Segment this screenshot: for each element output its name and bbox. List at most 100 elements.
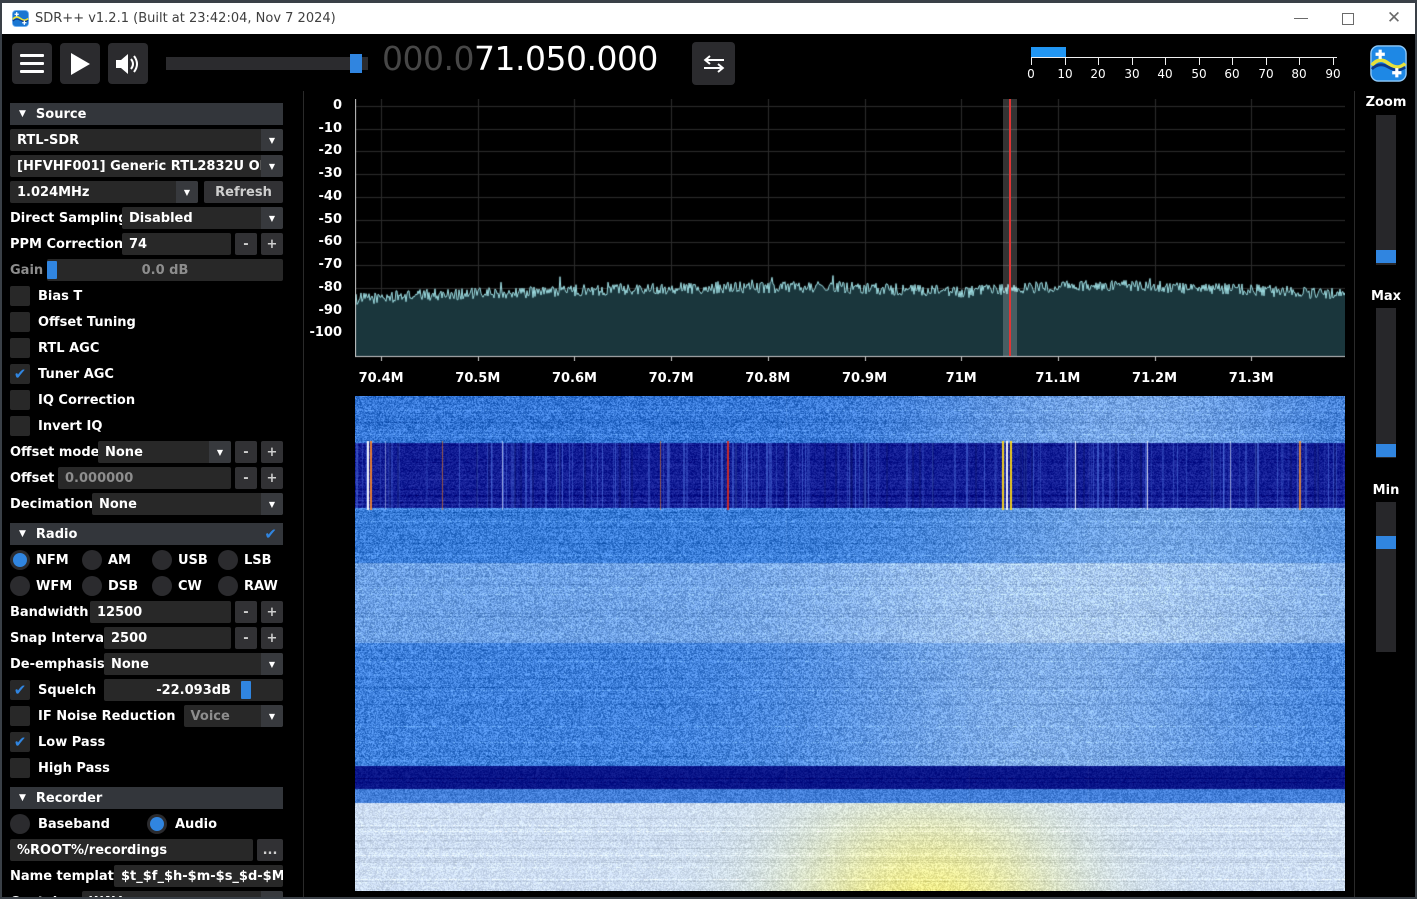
offset-tuning-checkbox[interactable] <box>10 312 30 332</box>
recorder-header-label: Recorder <box>36 791 102 806</box>
dropdown-arrow-icon: ▼ <box>261 653 283 675</box>
if-noise-reduction-dropdown[interactable]: Voice ▼ <box>184 705 283 727</box>
radio-dot-icon <box>152 576 172 596</box>
offset-mode-decrement-button[interactable]: - <box>235 441 257 463</box>
squelch-slider[interactable]: -22.093dB <box>104 679 283 701</box>
mode-lsb[interactable]: LSB <box>218 550 272 570</box>
volume-slider[interactable] <box>166 57 368 70</box>
snr-tick-label: 30 <box>1124 67 1139 81</box>
volume-slider-handle[interactable] <box>350 54 362 73</box>
snr-tick <box>1031 57 1032 65</box>
dropdown-arrow-icon: ▼ <box>261 155 283 177</box>
frequency-active-digits[interactable]: 71.050.000 <box>474 39 658 78</box>
mode-wfm[interactable]: WFM <box>10 576 82 596</box>
max-slider-label: Max <box>1354 289 1417 304</box>
source-panel-header[interactable]: ▼ Source <box>10 103 283 125</box>
radio-dot-icon <box>10 576 30 596</box>
bias-t-checkbox[interactable] <box>10 286 30 306</box>
snap-interval-value: 2500 <box>111 631 147 646</box>
minimize-button[interactable] <box>1284 3 1318 34</box>
retune-button[interactable] <box>692 42 735 85</box>
snr-tick-label: 50 <box>1191 67 1206 81</box>
if-noise-reduction-label: IF Noise Reduction <box>38 709 176 724</box>
container-value: WAV <box>89 895 122 899</box>
min-slider[interactable] <box>1376 502 1396 652</box>
mode-usb[interactable]: USB <box>152 550 218 570</box>
container-dropdown[interactable]: WAV ▼ <box>82 891 283 899</box>
squelch-checkbox[interactable]: ✔ <box>10 680 30 700</box>
mode-dsb[interactable]: DSB <box>82 576 152 596</box>
offset-decrement-button[interactable]: - <box>235 467 257 489</box>
recorder-mode-audio[interactable]: Audio <box>147 814 217 834</box>
title-bar[interactable]: SDR++ v1.2.1 (Built at 23:42:04, Nov 7 2… <box>2 3 1415 34</box>
samplerate-dropdown[interactable]: 1.024MHz ▼ <box>10 181 198 203</box>
mode-raw[interactable]: RAW <box>218 576 278 596</box>
radio-enabled-check-icon[interactable]: ✔ <box>264 525 277 543</box>
if-noise-reduction-checkbox[interactable] <box>10 706 30 726</box>
name-template-label: Name template <box>10 869 114 884</box>
rtl-agc-checkbox[interactable] <box>10 338 30 358</box>
squelch-slider-handle[interactable] <box>241 681 251 699</box>
tuning-marker[interactable] <box>1003 99 1017 356</box>
high-pass-checkbox[interactable] <box>10 758 30 778</box>
snr-tick <box>1266 57 1267 65</box>
zoom-slider-handle[interactable] <box>1376 250 1396 263</box>
ppm-increment-button[interactable]: + <box>261 233 283 255</box>
low-pass-checkbox[interactable]: ✔ <box>10 732 30 752</box>
zoom-slider[interactable] <box>1376 115 1396 265</box>
fft-y-tick-label: -50 <box>302 212 342 227</box>
name-template-input[interactable]: $t_$f_$h-$m-$s_$d-$M-$y <box>114 865 283 887</box>
hamburger-icon <box>20 54 44 73</box>
tuner-agc-checkbox[interactable]: ✔ <box>10 364 30 384</box>
source-driver-dropdown[interactable]: RTL-SDR ▼ <box>10 129 283 151</box>
menu-button[interactable] <box>12 43 52 84</box>
direct-sampling-dropdown[interactable]: Disabled ▼ <box>122 207 283 229</box>
frequency-dim-digits[interactable]: 000.0 <box>382 39 474 78</box>
ppm-decrement-button[interactable]: - <box>235 233 257 255</box>
max-slider-handle[interactable] <box>1376 444 1396 457</box>
offset-input[interactable]: 0.000000 <box>58 467 231 489</box>
waterfall-canvas[interactable] <box>355 396 1345 891</box>
close-button[interactable]: ✕ <box>1377 3 1411 34</box>
snap-interval-input[interactable]: 2500 <box>104 627 231 649</box>
recorder-mode-baseband[interactable]: Baseband <box>10 814 147 834</box>
sidebar: ▼ Source RTL-SDR ▼ [HFVHF001] Generic RT… <box>10 95 283 899</box>
frequency-display[interactable]: 000.071.050.000 <box>382 39 658 78</box>
gain-slider-handle[interactable] <box>47 261 57 279</box>
snap-decrement-button[interactable]: - <box>235 627 257 649</box>
fft-x-tick-label: 71.2M <box>1132 371 1177 386</box>
fft-spectrum-canvas[interactable] <box>355 99 1345 361</box>
device-dropdown[interactable]: [HFVHF001] Generic RTL2832U OEM ▼ <box>10 155 283 177</box>
volume-button[interactable] <box>108 43 148 84</box>
snap-increment-button[interactable]: + <box>261 627 283 649</box>
offset-mode-increment-button[interactable]: + <box>261 441 283 463</box>
gain-slider[interactable]: 0.0 dB <box>47 259 283 281</box>
radio-panel-header[interactable]: ▼ Radio ✔ <box>10 523 283 545</box>
dropdown-arrow-icon: ▼ <box>176 181 198 203</box>
play-button[interactable] <box>60 43 100 84</box>
offset-mode-dropdown[interactable]: None ▼ <box>98 441 231 463</box>
offset-increment-button[interactable]: + <box>261 467 283 489</box>
mode-nfm[interactable]: NFM <box>10 550 82 570</box>
recording-path-input[interactable]: %ROOT%/recordings <box>10 839 253 861</box>
bandwidth-input[interactable]: 12500 <box>90 601 231 623</box>
mode-am[interactable]: AM <box>82 550 152 570</box>
radio-dot-icon <box>152 550 172 570</box>
snr-tick-label: 10 <box>1057 67 1072 81</box>
decimation-dropdown[interactable]: None ▼ <box>92 493 283 515</box>
recorder-panel-header[interactable]: ▼ Recorder <box>10 787 283 809</box>
min-slider-handle[interactable] <box>1376 536 1396 549</box>
fft-y-tick-label: -40 <box>302 189 342 204</box>
deemphasis-dropdown[interactable]: None ▼ <box>104 653 283 675</box>
bandwidth-decrement-button[interactable]: - <box>235 601 257 623</box>
max-slider[interactable] <box>1376 308 1396 458</box>
bandwidth-increment-button[interactable]: + <box>261 601 283 623</box>
ppm-input[interactable]: 74 <box>122 233 231 255</box>
invert-iq-checkbox[interactable] <box>10 416 30 436</box>
radio-dot-icon <box>82 550 102 570</box>
browse-path-button[interactable]: ... <box>257 839 283 861</box>
refresh-button[interactable]: Refresh <box>204 181 283 203</box>
iq-correction-checkbox[interactable] <box>10 390 30 410</box>
mode-cw[interactable]: CW <box>152 576 218 596</box>
maximize-button[interactable] <box>1331 3 1365 34</box>
